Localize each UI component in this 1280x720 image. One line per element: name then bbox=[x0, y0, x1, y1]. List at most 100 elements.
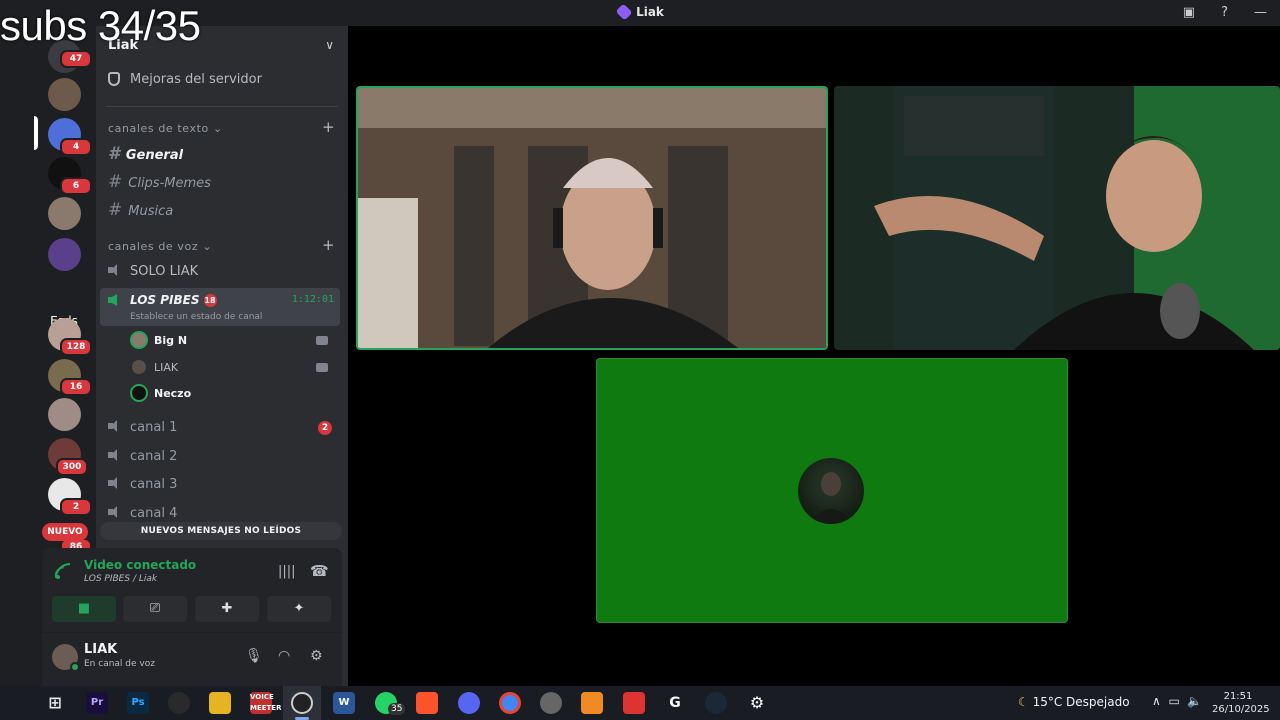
unread-badge: 2 bbox=[60, 498, 92, 516]
user-name[interactable]: LIAK bbox=[84, 642, 117, 657]
voice-channel-canal-3[interactable]: canal 3 bbox=[108, 475, 177, 495]
inbox-icon[interactable]: ▣ bbox=[1183, 4, 1195, 22]
disconnect-icon[interactable]: ☎ bbox=[310, 562, 329, 580]
unread-badge: 2 bbox=[318, 421, 332, 435]
voice-channel-canal-4[interactable]: canal 4 bbox=[108, 504, 177, 524]
boost-label: Mejoras del servidor bbox=[130, 72, 262, 87]
screen-share-button[interactable]: ⎚ bbox=[123, 596, 187, 622]
user-name: LIAK bbox=[154, 361, 179, 374]
server-icon[interactable] bbox=[48, 78, 81, 111]
signal-icon bbox=[54, 563, 71, 579]
app-icon[interactable] bbox=[540, 692, 562, 714]
speaker-icon bbox=[108, 506, 122, 518]
channel-clips-memes[interactable]: # Clips-Memes bbox=[108, 172, 211, 192]
help-icon[interactable]: ? bbox=[1221, 4, 1228, 22]
voice-channel-canal-1[interactable]: canal 1 2 bbox=[108, 418, 332, 438]
weather-text: 15°C Despejado bbox=[1032, 695, 1130, 709]
speaker-icon bbox=[108, 294, 117, 306]
speaker-icon bbox=[108, 477, 122, 489]
whatsapp-badge: 35 bbox=[388, 703, 406, 715]
server-icon[interactable] bbox=[48, 197, 81, 230]
title-bar-controls: ▣ ? — bbox=[1170, 4, 1280, 22]
boost-icon bbox=[108, 72, 120, 86]
network-icon[interactable]: ▭ bbox=[1168, 694, 1179, 708]
discord-icon[interactable] bbox=[458, 692, 480, 714]
new-servers-badge[interactable]: NUEVO bbox=[42, 523, 88, 541]
logitech-icon[interactable]: G bbox=[664, 692, 686, 714]
camera-button[interactable]: ■ bbox=[52, 596, 116, 622]
screen-share-icon: ⎚ bbox=[149, 601, 161, 616]
video-tile-speaking[interactable] bbox=[356, 86, 828, 350]
clock[interactable]: 21:51 26/10/2025 bbox=[1212, 690, 1270, 716]
video-icon bbox=[316, 363, 328, 372]
system-tray[interactable]: ∧ ▭ 🔈 bbox=[1152, 694, 1202, 708]
soundboard-button[interactable]: ✦ bbox=[267, 596, 331, 622]
chevron-up-icon[interactable]: ∧ bbox=[1152, 694, 1161, 708]
connection-subtitle[interactable]: LOS PIBES / Liak bbox=[84, 574, 157, 584]
settings-gear-icon[interactable]: ⚙ bbox=[310, 648, 323, 664]
brave-icon[interactable] bbox=[416, 692, 438, 714]
video-icon bbox=[316, 336, 328, 345]
volume-icon[interactable]: 🔈 bbox=[1187, 694, 1202, 708]
windows-start-icon[interactable]: ⊞ bbox=[44, 692, 66, 714]
voice-channel-los-pibes[interactable]: LOS PIBES 18 1:12:01 Establece un estado … bbox=[100, 288, 340, 326]
voice-user[interactable]: Neczo bbox=[130, 384, 191, 404]
steam-icon[interactable] bbox=[705, 692, 727, 714]
category-text-channels[interactable]: canales de texto ⌄ + bbox=[108, 118, 335, 136]
speaker-icon bbox=[108, 420, 122, 432]
video-tile[interactable] bbox=[834, 86, 1280, 350]
call-timer: 1:12:01 bbox=[291, 294, 334, 305]
server-link[interactable]: / Liak bbox=[133, 574, 157, 584]
noise-suppression-icon[interactable]: |||| bbox=[278, 564, 296, 579]
channel-general[interactable]: # General bbox=[108, 144, 183, 164]
obs-icon[interactable] bbox=[291, 692, 313, 714]
chrome-icon[interactable] bbox=[499, 692, 521, 714]
hash-icon: # bbox=[108, 200, 123, 220]
hash-icon: # bbox=[108, 144, 120, 164]
clock-date: 26/10/2025 bbox=[1212, 704, 1270, 715]
unread-badge: 300 bbox=[56, 458, 88, 476]
server-icon[interactable] bbox=[48, 398, 81, 431]
category-voice-channels[interactable]: canales de voz ⌄ + bbox=[108, 236, 335, 254]
add-channel-icon[interactable]: + bbox=[322, 118, 335, 136]
channel-musica[interactable]: # Musica bbox=[108, 200, 173, 220]
windows-taskbar: ⊞ Pr Ps VOICE MEETER W 35 G ⚙ ☾ 15°C Desp… bbox=[0, 686, 1280, 720]
user-name: Neczo bbox=[154, 387, 192, 400]
headphones-icon[interactable]: ◠ bbox=[278, 648, 290, 664]
add-channel-icon[interactable]: + bbox=[322, 236, 335, 254]
voicemeeter-icon[interactable]: VOICE MEETER bbox=[250, 692, 281, 714]
minimize-icon[interactable]: — bbox=[1254, 4, 1267, 22]
user-name: Big N bbox=[154, 334, 188, 347]
video-tile-camera-off[interactable] bbox=[596, 358, 1068, 623]
window-title-text: Liak bbox=[636, 5, 664, 19]
voice-connection-panel: Video conectado LOS PIBES / Liak |||| ☎ … bbox=[42, 548, 342, 686]
camera-icon: ■ bbox=[77, 601, 91, 616]
channel-label: Clips-Memes bbox=[128, 176, 211, 191]
app-icon[interactable] bbox=[168, 692, 190, 714]
voice-channel-solo-liak[interactable]: SOLO LIAK bbox=[108, 262, 198, 282]
server-boost-item[interactable]: Mejoras del servidor bbox=[108, 72, 262, 87]
unread-badge: 47 bbox=[60, 50, 92, 68]
connection-status[interactable]: Video conectado bbox=[84, 558, 196, 572]
unread-badge: 6 bbox=[60, 177, 92, 195]
premiere-icon[interactable]: Pr bbox=[86, 692, 108, 714]
server-icon bbox=[615, 3, 633, 21]
activities-button[interactable]: ✚ bbox=[195, 596, 259, 622]
file-explorer-icon[interactable] bbox=[209, 692, 231, 714]
server-icon[interactable] bbox=[48, 238, 81, 271]
microphone-icon[interactable]: 🎙 bbox=[245, 648, 263, 664]
settings-gear-icon[interactable]: ⚙ bbox=[746, 692, 768, 714]
voice-user[interactable]: LIAK bbox=[130, 358, 328, 378]
voice-channel-canal-2[interactable]: canal 2 bbox=[108, 447, 177, 467]
fl-studio-icon[interactable] bbox=[581, 692, 603, 714]
channel-status[interactable]: Establece un estado de canal bbox=[130, 312, 262, 322]
new-unread-messages-bar[interactable]: NUEVOS MENSAJES NO LEÍDOS bbox=[100, 522, 342, 540]
weather-widget[interactable]: ☾ 15°C Despejado bbox=[1018, 695, 1130, 709]
channel-link[interactable]: LOS PIBES bbox=[84, 574, 130, 584]
user-status: En canal de voz bbox=[84, 659, 155, 669]
voice-user[interactable]: Big N bbox=[130, 331, 328, 351]
photoshop-icon[interactable]: Ps bbox=[127, 692, 149, 714]
app-icon[interactable] bbox=[623, 692, 645, 714]
avatar bbox=[798, 458, 864, 524]
word-icon[interactable]: W bbox=[333, 692, 355, 714]
